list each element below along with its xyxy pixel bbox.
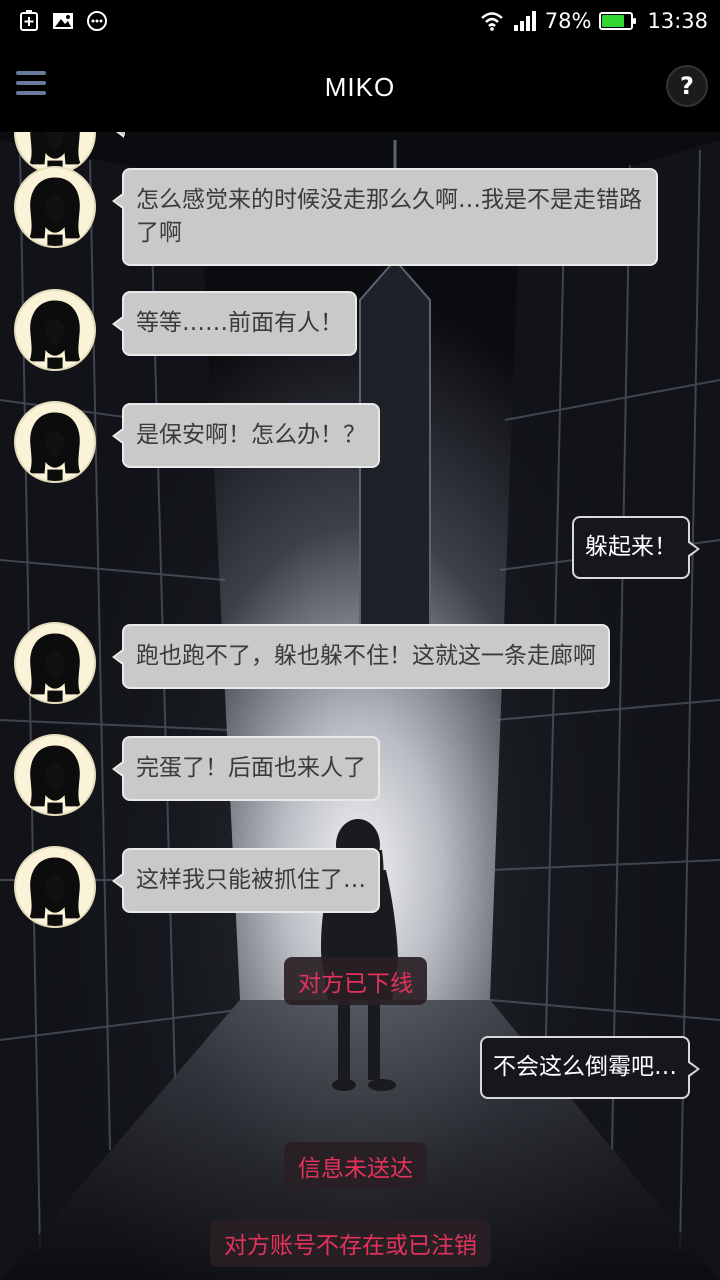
battery-percent: 78% [544,9,592,33]
message-bubble-outgoing[interactable]: 不会这么倒霉吧… [480,1036,700,1099]
more-circle-icon [87,11,107,31]
battery-saver-icon [20,10,38,31]
message-bubble-incoming[interactable]: 这样我只能被抓住了… [112,848,380,913]
message-bubble-incoming[interactable]: 等等……前面有人！ [112,291,357,356]
battery-level-fill [602,15,625,27]
girl-silhouette-icon [29,857,81,926]
status-bar-system: 78% 13:38 [479,9,708,33]
signal-icon [513,11,536,31]
chat-message-list[interactable]: 怎么感觉来的时候没走那么久啊…我是不是走错路了啊 等等……前面有人！ 是保安啊！… [0,92,720,1280]
contact-avatar[interactable] [14,166,96,248]
message-bubble-incoming[interactable]: 是保安啊！怎么办！？ [112,403,380,468]
message-bubble-incoming[interactable]: 怎么感觉来的时候没走那么久啊…我是不是走错路了啊 [112,168,658,266]
message-bubble-incoming[interactable]: 跑也跑不了，躲也躲不住！这就这一条走廊啊 [112,624,610,689]
contact-avatar[interactable] [14,622,96,704]
girl-silhouette-icon [29,633,81,702]
system-notice-offline: 对方已下线 [284,957,427,1005]
wifi-icon [480,12,503,31]
message-bubble-outgoing[interactable]: 躲起来！ [572,516,700,579]
contact-avatar[interactable] [14,846,96,928]
contact-avatar[interactable] [14,734,96,816]
hamburger-menu-icon[interactable] [16,71,46,97]
status-bar: 78% 13:38 [0,0,720,42]
system-notice-not-delivered: 信息未送达 [284,1142,427,1190]
clock-time: 13:38 [647,9,708,33]
girl-silhouette-icon [29,745,81,814]
system-notice-account-removed: 对方账号不存在或已注销 [210,1219,491,1267]
contact-avatar[interactable] [14,401,96,483]
image-icon [53,13,73,29]
girl-silhouette-icon [29,300,81,369]
battery-icon [599,12,637,30]
message-bubble-incoming[interactable]: 完蛋了！后面也来人了 [112,736,380,801]
contact-avatar[interactable] [14,289,96,371]
status-bar-notifications [18,10,108,32]
girl-silhouette-icon [29,412,81,481]
chat-title: MIKO [324,71,396,102]
girl-silhouette-icon [29,177,81,246]
help-button[interactable]: ? [666,65,708,107]
app-bar: MIKO ? [0,42,720,132]
